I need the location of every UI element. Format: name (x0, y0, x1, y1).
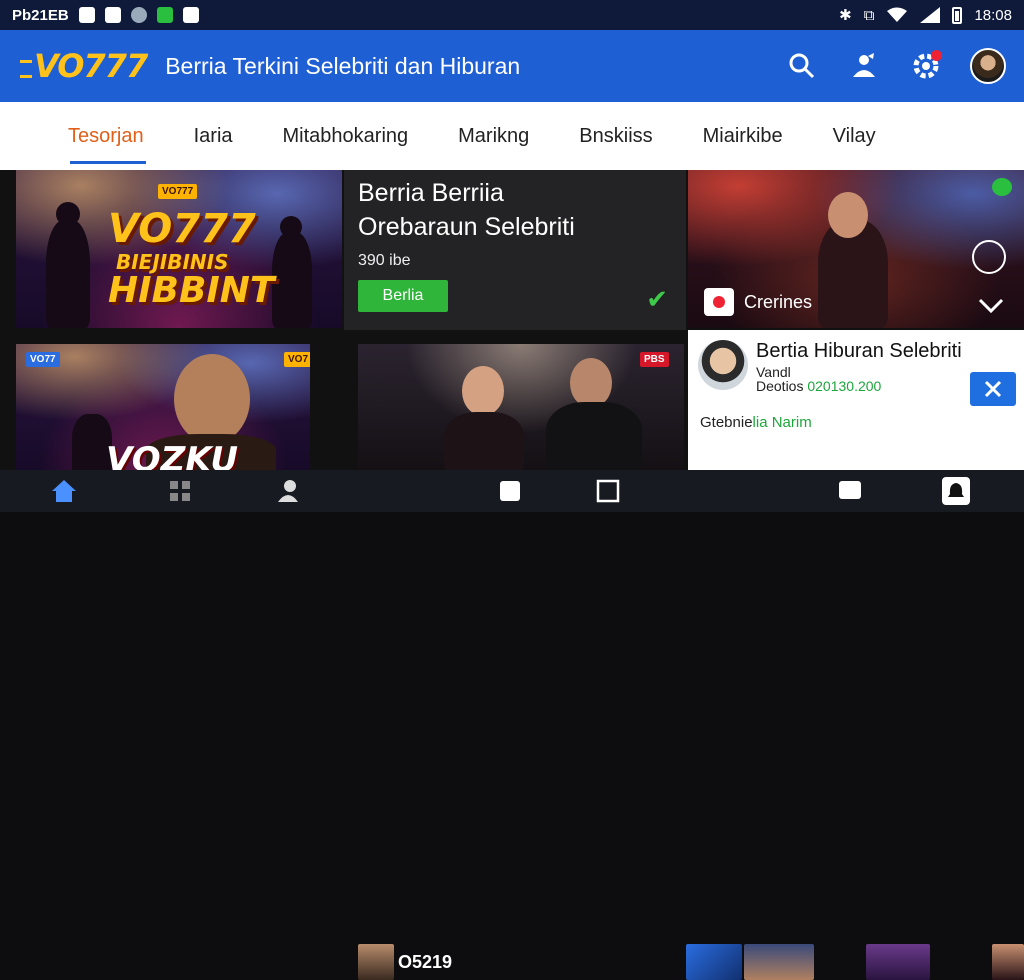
check-icon[interactable]: ✔ (646, 284, 668, 315)
photo-icon (182, 7, 199, 23)
nav-account[interactable] (942, 477, 970, 505)
woman-head (462, 366, 504, 416)
hero-logo-line3: HIBBINT (108, 270, 275, 311)
shield-icon (156, 7, 173, 23)
video-tag-pbs: PBS (640, 352, 669, 367)
author-avatar (698, 340, 748, 390)
home-icon (52, 480, 76, 502)
nav-home[interactable] (50, 477, 78, 505)
tab-iaria[interactable]: Iaria (194, 102, 233, 170)
video-card-center[interactable]: PBS (358, 344, 684, 470)
status-carrier: Pb21EB (12, 6, 69, 24)
video-logo: VOZKU (106, 440, 239, 470)
app-icon (130, 7, 147, 23)
notifications-button[interactable] (908, 48, 944, 84)
square-icon (596, 479, 620, 503)
tab-tesorjan[interactable]: Tesorjan (68, 102, 146, 170)
performer-head (56, 202, 80, 226)
woman-body (444, 412, 524, 470)
singer-head (828, 192, 868, 238)
stop-icon (500, 481, 520, 501)
people-icon (278, 480, 298, 502)
featured-article[interactable]: Berria Berriia Orebaraun Selebriti 390 i… (344, 170, 686, 330)
bottom-nav: O5219 (0, 470, 1024, 980)
article-meta: 390 ibe (358, 252, 411, 269)
live-badge (992, 178, 1012, 196)
search-button[interactable] (784, 48, 820, 84)
man-head (570, 358, 612, 408)
hero-tag: VO777 (158, 184, 198, 199)
video-card-left[interactable]: VOZKU VO77 VO7 (16, 344, 310, 470)
nav-social[interactable] (274, 477, 302, 505)
hero-card-left[interactable]: VO777 BIEJIBINIS HIBBINT VO777 (16, 170, 342, 328)
app-bar: VO777 Berria Terkini Selebriti dan Hibur… (0, 30, 1024, 102)
bluetooth-icon: ✱ (839, 7, 852, 24)
record-icon (704, 288, 734, 316)
notification-icon (78, 7, 95, 23)
mini-thumb-4[interactable] (866, 944, 930, 980)
app-logo[interactable]: VO777 (20, 47, 148, 85)
mini-thumb-3[interactable] (744, 944, 814, 980)
news-card-title: Bertia Hiburan Selebriti (756, 340, 962, 362)
close-icon (984, 380, 1002, 398)
performer-silhouette (46, 220, 90, 328)
mini-thumb-2[interactable] (686, 944, 742, 980)
vibrate-icon: ⧉ (863, 6, 875, 24)
man-body (546, 402, 642, 470)
read-button[interactable]: Berlia (358, 280, 448, 312)
wifi-icon (887, 7, 908, 22)
hero-logo-line1: VO777 (108, 206, 256, 252)
tab-vilay[interactable]: Vilay (833, 102, 876, 170)
tab-mitabhokaring[interactable]: Mitabhokaring (283, 102, 409, 170)
share-icon (853, 53, 875, 77)
news-card[interactable]: Bertia Hiburan Selebriti Vandl Deotios 0… (688, 330, 1024, 470)
search-icon (789, 53, 815, 79)
tab-marikng[interactable]: Marikng (458, 102, 529, 170)
host-head (174, 354, 250, 444)
news-card-link[interactable]: Gtebnielia Narim (700, 414, 812, 431)
grid-icon (170, 481, 190, 501)
guitarist-silhouette (272, 232, 312, 328)
notification-badge (931, 50, 942, 61)
video-tag-right: VO7 (284, 352, 310, 367)
video-tag-left: VO77 (26, 352, 60, 367)
mini-player-thumb[interactable] (358, 944, 394, 980)
mini-thumb-5[interactable] (992, 944, 1024, 980)
battery-icon (952, 6, 963, 24)
tab-miairkibe[interactable]: Miairkibe (703, 102, 783, 170)
news-feed: VO777 BIEJIBINIS HIBBINT VO777 Berria Be… (0, 170, 1024, 470)
nav-grid[interactable] (166, 477, 194, 505)
status-bar: Pb21EB ✱ ⧉ 18:08 (0, 0, 1024, 30)
news-card-date: Deotios 020130.200 (756, 378, 882, 394)
nav-stop[interactable] (496, 477, 524, 505)
nav-cast[interactable] (836, 477, 864, 505)
article-title: Berria Berriia Orebaraun Selebriti (358, 179, 575, 241)
nav-square[interactable] (594, 477, 622, 505)
channel-chip[interactable]: Crerines (704, 288, 812, 316)
tab-bnskiiss[interactable]: Bnskiiss (579, 102, 652, 170)
status-time: 18:08 (974, 6, 1012, 24)
chevron-down-icon[interactable] (978, 298, 1004, 314)
channel-chip-label: Crerines (744, 291, 813, 312)
gallery-icon (104, 7, 121, 23)
mini-player-text: O5219 (398, 952, 453, 972)
comment-icon[interactable] (972, 240, 1006, 274)
guitarist-head (280, 216, 302, 238)
signal-icon (920, 7, 941, 23)
share-button[interactable] (846, 48, 882, 84)
category-tabs: Tesorjan Iaria Mitabhokaring Marikng Bns… (0, 102, 1024, 170)
avatar[interactable] (970, 48, 1006, 84)
bell-icon (948, 483, 964, 497)
cast-icon (839, 481, 861, 499)
close-button[interactable] (970, 372, 1016, 406)
hero-card-right[interactable]: Crerines (688, 170, 1024, 328)
page-title: Berria Terkini Selebriti dan Hiburan (165, 52, 521, 79)
